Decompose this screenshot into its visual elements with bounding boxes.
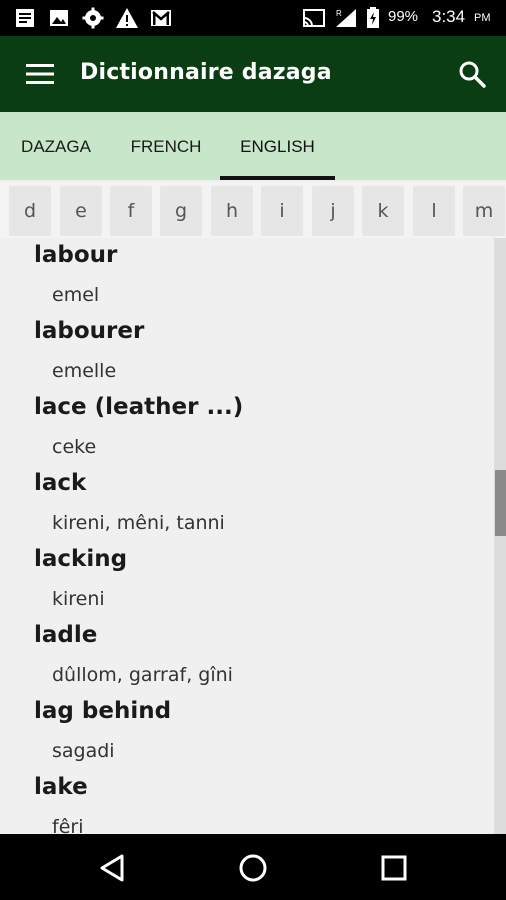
list-item[interactable]: lag behind sagadi <box>0 694 494 770</box>
letter-i[interactable]: i <box>261 186 303 236</box>
letter-l[interactable]: l <box>413 186 455 236</box>
list-item[interactable]: lace (leather ...) ceke <box>0 390 494 466</box>
entry-translation: fêri <box>52 816 84 834</box>
image-icon <box>50 10 68 26</box>
entry-headword: labourer <box>34 318 145 344</box>
entry-list: labour emel labourer emelle lace (leathe… <box>0 238 506 834</box>
clock-ampm: PM <box>474 12 491 24</box>
entry-translation: kireni, mêni, tanni <box>52 512 225 534</box>
hamburger-menu-icon <box>26 64 54 84</box>
list-item[interactable]: lake fêri <box>0 770 494 834</box>
search-button[interactable] <box>456 58 488 90</box>
language-tab-bar: DAZAGA FRENCH ENGLISH <box>0 112 506 180</box>
letter-g[interactable]: g <box>160 186 202 236</box>
back-icon <box>100 854 124 882</box>
letter-j[interactable]: j <box>312 186 354 236</box>
entry-translation: emel <box>52 284 100 306</box>
scrollbar-track[interactable] <box>494 238 506 834</box>
letter-m[interactable]: m <box>463 186 505 236</box>
entry-translation: kireni <box>52 588 105 610</box>
list-item[interactable]: labourer emelle <box>0 314 494 390</box>
tab-french[interactable]: FRENCH <box>112 112 220 180</box>
warning-icon <box>116 8 138 28</box>
list-item[interactable]: ladle dûllom, garraf, gîni <box>0 618 494 694</box>
gmail-icon <box>151 10 171 26</box>
svg-text:R: R <box>336 9 342 18</box>
home-icon <box>239 854 267 882</box>
search-icon <box>459 61 486 88</box>
tab-dazaga[interactable]: DAZAGA <box>0 112 112 180</box>
system-nav-bar <box>0 834 506 900</box>
app-title: Dictionnaire dazaga <box>80 60 332 85</box>
menu-button[interactable] <box>26 62 54 86</box>
letter-h[interactable]: h <box>211 186 253 236</box>
scrollbar-thumb[interactable] <box>495 470 506 536</box>
entry-headword: ladle <box>34 622 98 648</box>
app-bar: Dictionnaire dazaga <box>0 36 506 112</box>
recents-icon <box>381 855 407 881</box>
signal-icon: R <box>336 9 356 27</box>
list-item[interactable]: labour emel <box>0 238 494 314</box>
list-item[interactable]: lacking kireni <box>0 542 494 618</box>
recents-button[interactable] <box>374 848 414 888</box>
entry-headword: lack <box>34 470 87 496</box>
active-tab-indicator <box>220 176 335 180</box>
entry-headword: lacking <box>34 546 128 572</box>
battery-percent: 99% <box>388 8 419 25</box>
entry-headword: labour <box>34 242 118 268</box>
gear-icon <box>82 7 104 29</box>
letter-e[interactable]: e <box>60 186 102 236</box>
tab-english[interactable]: ENGLISH <box>220 112 335 180</box>
entry-translation: dûllom, garraf, gîni <box>52 664 233 686</box>
entry-translation: emelle <box>52 360 117 382</box>
news-icon <box>16 9 34 27</box>
cast-icon <box>303 9 325 27</box>
entry-translation: ceke <box>52 436 97 458</box>
alphabet-strip: d e f g h i j k l m <box>0 182 506 238</box>
status-bar: R 99% 3:34 PM <box>0 0 506 36</box>
clock-time: 3:34 <box>432 7 466 26</box>
back-button[interactable] <box>92 848 132 888</box>
entry-headword: lace (leather ...) <box>34 394 244 420</box>
entry-headword: lake <box>34 774 88 800</box>
home-button[interactable] <box>233 848 273 888</box>
letter-d[interactable]: d <box>9 186 51 236</box>
entry-headword: lag behind <box>34 698 172 724</box>
letter-k[interactable]: k <box>362 186 404 236</box>
battery-charging-icon <box>367 7 379 28</box>
letter-f[interactable]: f <box>110 186 152 236</box>
entry-translation: sagadi <box>52 740 115 762</box>
list-item[interactable]: lack kireni, mêni, tanni <box>0 466 494 542</box>
